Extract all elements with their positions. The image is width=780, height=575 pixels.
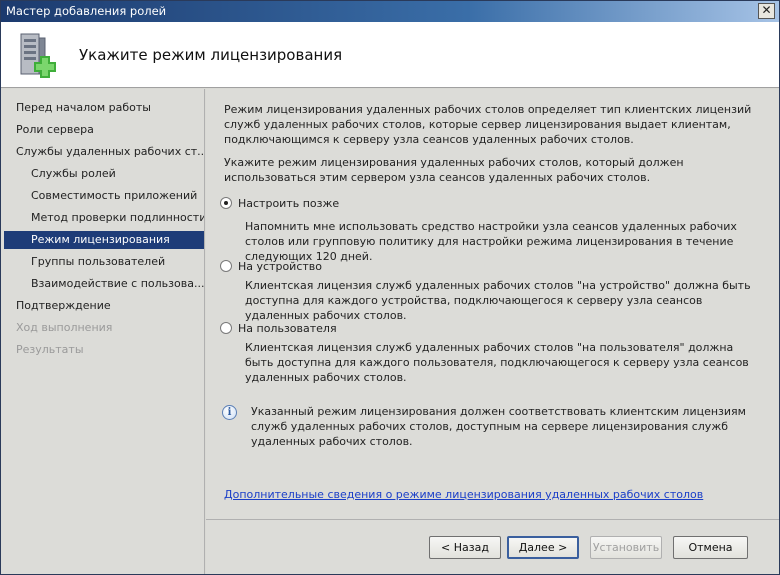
window-title: Мастер добавления ролей: [6, 4, 167, 18]
step-server-roles[interactable]: Роли сервера: [4, 121, 204, 139]
radio-button-per-user[interactable]: [220, 322, 232, 334]
step-user-groups[interactable]: Группы пользователей: [4, 253, 204, 271]
radio-button-configure-later[interactable]: [220, 197, 232, 209]
server-add-icon: [20, 33, 56, 78]
wizard-header: Укажите режим лицензирования: [1, 22, 779, 88]
wizard-steps-sidebar: Перед началом работы Роли сервера Службы…: [1, 89, 205, 574]
radio-label-configure-later[interactable]: Настроить позже: [238, 197, 339, 210]
wizard-content: Режим лицензирования удаленных рабочих с…: [206, 89, 779, 519]
more-info-link[interactable]: Дополнительные сведения о режиме лицензи…: [224, 488, 703, 501]
page-title: Укажите режим лицензирования: [79, 46, 343, 64]
step-remote-desktop-services[interactable]: Службы удаленных рабочих ст...: [4, 143, 204, 161]
per-user-description: Клиентская лицензия служб удаленных рабо…: [245, 341, 749, 384]
step-progress: Ход выполнения: [16, 321, 113, 334]
per-device-description: Клиентская лицензия служб удаленных рабо…: [245, 279, 751, 322]
step-role-services[interactable]: Службы ролей: [4, 165, 204, 183]
next-button[interactable]: Далее >: [507, 536, 579, 559]
wizard-window: Мастер добавления ролей ✕ Укажите режим …: [0, 0, 780, 575]
info-icon: i: [222, 405, 237, 420]
close-button[interactable]: ✕: [758, 3, 775, 19]
intro-text: Режим лицензирования удаленных рабочих с…: [224, 103, 752, 146]
step-authentication-method[interactable]: Метод проверки подлинности: [4, 209, 204, 227]
prompt-text: Укажите режим лицензирования удаленных р…: [224, 156, 684, 184]
step-user-experience[interactable]: Взаимодействие с пользова...: [4, 275, 204, 293]
step-licensing-mode[interactable]: Режим лицензирования: [4, 231, 204, 249]
radio-per-user[interactable]: На пользователя: [220, 320, 337, 336]
step-app-compatibility[interactable]: Совместимость приложений: [4, 187, 204, 205]
step-confirmation[interactable]: Подтверждение: [4, 297, 204, 315]
radio-label-per-user[interactable]: На пользователя: [238, 322, 337, 335]
title-bar[interactable]: Мастер добавления ролей ✕: [1, 1, 779, 22]
step-results: Результаты: [16, 343, 84, 356]
wizard-footer: < Назад Далее > Установить Отмена: [206, 519, 779, 574]
info-text: Указанный режим лицензирования должен со…: [251, 405, 746, 448]
install-button: Установить: [590, 536, 662, 559]
radio-per-device[interactable]: На устройство: [220, 258, 322, 274]
step-before-you-begin[interactable]: Перед началом работы: [4, 99, 204, 117]
back-button[interactable]: < Назад: [429, 536, 501, 559]
configure-later-description: Напомнить мне использовать средство наст…: [245, 220, 737, 263]
radio-configure-later[interactable]: Настроить позже: [220, 195, 339, 211]
radio-label-per-device[interactable]: На устройство: [238, 260, 322, 273]
cancel-button[interactable]: Отмена: [673, 536, 748, 559]
radio-button-per-device[interactable]: [220, 260, 232, 272]
